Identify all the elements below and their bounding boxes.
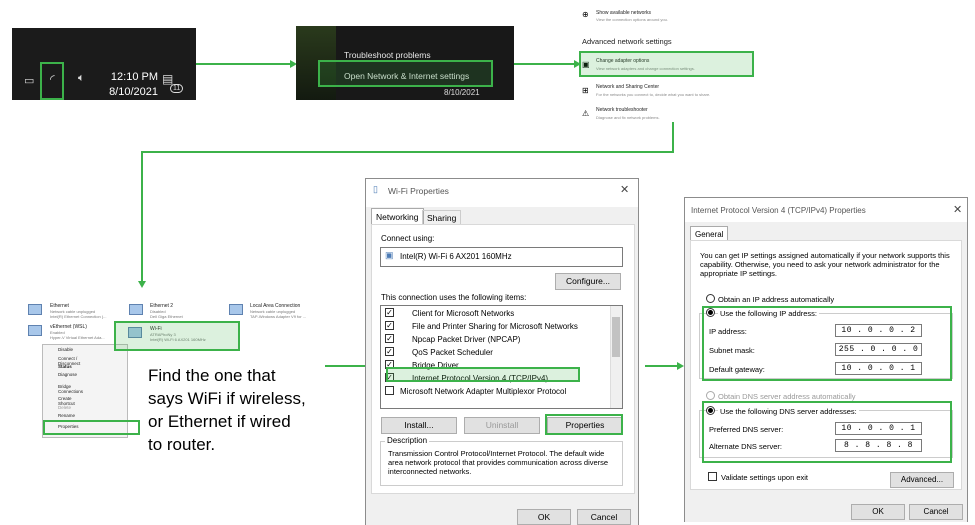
connect-using-label: Connect using:	[381, 234, 435, 243]
arrow-line	[196, 63, 290, 65]
adapter-name: Intel(R) Wi-Fi 6 AX201 160MHz	[400, 252, 512, 261]
menu-diagnose[interactable]: Diagnose	[58, 372, 77, 377]
properties-highlight	[43, 420, 140, 435]
ip-settings-highlight	[702, 306, 952, 381]
troubleshooter-link[interactable]: Network troubleshooter	[596, 107, 648, 113]
show-networks-link[interactable]: Show available networks	[596, 10, 651, 16]
menu-disable[interactable]: Disable	[58, 347, 73, 352]
auto-ip-radio[interactable]	[706, 294, 715, 303]
clock-date[interactable]: 8/10/2021	[96, 86, 158, 98]
list-item[interactable]: Microsoft Network Adapter Multiplexor Pr…	[400, 387, 566, 396]
globe-icon: ⊕	[582, 10, 589, 19]
auto-dns-radio[interactable]	[706, 391, 715, 400]
auto-ip-label[interactable]: Obtain an IP address automatically	[718, 295, 834, 304]
ok-button[interactable]: OK	[517, 509, 571, 525]
instruction-text: Find the one that says WiFi if wireless,…	[148, 364, 328, 456]
dns-settings-highlight	[702, 401, 952, 463]
dialog-title: Internet Protocol Version 4 (TCP/IPv4) P…	[691, 206, 866, 215]
tab-sharing[interactable]: Sharing	[422, 210, 462, 225]
open-settings-highlight	[318, 60, 493, 87]
wifi-highlight	[40, 62, 64, 100]
scrollbar-thumb[interactable]	[612, 317, 620, 357]
arrow-line	[672, 122, 674, 153]
adapter-local-area-device: TAP-Windows Adapter V9 for ...	[250, 314, 307, 319]
show-networks-sub: View the connection options around you.	[596, 17, 668, 22]
volume-icon[interactable]: 🔈︎	[78, 72, 85, 85]
install-button[interactable]: Install...	[381, 417, 457, 434]
configure-button[interactable]: Configure...	[555, 273, 621, 290]
sharing-icon: ⊞	[582, 86, 589, 95]
sharing-center-sub: For the networks you connect to, decide …	[596, 92, 711, 97]
change-adapter-highlight	[579, 51, 754, 77]
lan-adapter-icon	[229, 304, 243, 315]
adapter-ethernet-2-device: Dell Giga Ethernet	[150, 314, 183, 319]
network-icon: ▯	[373, 184, 378, 194]
section-title: Advanced network settings	[582, 37, 672, 46]
arrow-line	[645, 365, 677, 367]
adapter-vethernet-device: Hyper-V Virtual Ethernet Ada...	[50, 335, 105, 340]
tray-date: 8/10/2021	[444, 88, 480, 97]
adapter-icon: ▣	[385, 250, 394, 260]
list-item[interactable]: QoS Packet Scheduler	[412, 348, 493, 357]
troubleshoot-menu-item[interactable]: Troubleshoot problems	[344, 50, 431, 60]
ipv4-highlight	[386, 367, 580, 382]
dialog-title: Wi-Fi Properties	[388, 186, 449, 196]
menu-bridge[interactable]: Bridge Connections	[58, 384, 83, 394]
list-item[interactable]: File and Printer Sharing for Microsoft N…	[412, 322, 578, 331]
items-label: This connection uses the following items…	[381, 293, 527, 302]
arrow-head	[677, 362, 684, 370]
ethernet2-adapter-icon	[129, 304, 143, 315]
properties-button-highlight	[545, 414, 623, 435]
close-icon[interactable]: ✕	[953, 203, 962, 216]
cancel-button[interactable]: Cancel	[577, 509, 631, 525]
auto-dns-label[interactable]: Obtain DNS server address automatically	[718, 392, 856, 401]
instruction-line: to router.	[148, 435, 216, 454]
notification-badge: 11	[170, 84, 184, 93]
ok-button[interactable]: OK	[851, 504, 905, 520]
item-checkbox[interactable]: ✓	[385, 334, 394, 343]
description-label: Description	[385, 436, 430, 445]
menu-rename[interactable]: Rename	[58, 413, 75, 418]
validate-checkbox[interactable]	[708, 472, 717, 481]
validate-label[interactable]: Validate settings upon exit	[721, 473, 808, 482]
clock-time[interactable]: 12:10 PM	[102, 71, 158, 83]
menu-status[interactable]: Status	[58, 364, 72, 369]
arrow-line	[325, 365, 365, 367]
description-text: Transmission Control Protocol/Internet P…	[388, 449, 609, 476]
instruction-line: or Ethernet if wired	[148, 412, 291, 431]
warning-icon: ⚠	[582, 109, 590, 118]
list-item[interactable]: Npcap Packet Driver (NPCAP)	[412, 335, 520, 344]
wsl-adapter-icon	[28, 325, 42, 336]
item-checkbox[interactable]: ✓	[385, 347, 394, 356]
troubleshooter-sub: Diagnose and fix network problems.	[596, 115, 660, 120]
item-checkbox[interactable]: ✓	[385, 308, 394, 317]
close-icon[interactable]: ✕	[620, 183, 629, 196]
arrow-line	[141, 151, 674, 153]
battery-icon[interactable]: ▭	[24, 74, 34, 87]
sharing-center-link[interactable]: Network and Sharing Center	[596, 84, 659, 90]
list-item[interactable]: Client for Microsoft Networks	[412, 309, 514, 318]
menu-delete[interactable]: Delete	[58, 405, 71, 410]
advanced-button[interactable]: Advanced...	[890, 472, 954, 488]
ethernet-adapter-icon	[28, 304, 42, 315]
arrow-line	[514, 63, 574, 65]
item-checkbox[interactable]	[385, 386, 394, 395]
wifi-adapter-highlight	[114, 321, 240, 351]
wifi-properties-dialog: ▯ Wi-Fi Properties ✕ Networking Sharing …	[365, 178, 639, 525]
arrow-head	[138, 281, 146, 288]
instruction-line: Find the one that	[148, 366, 276, 385]
arrow-line	[141, 151, 143, 281]
adapter-ethernet-device: Intel(R) Ethernet Connection (...	[50, 314, 107, 319]
cancel-button[interactable]: Cancel	[909, 504, 963, 520]
intro-text: You can get IP settings assigned automat…	[700, 251, 950, 278]
item-checkbox[interactable]: ✓	[385, 321, 394, 330]
instruction-line: says WiFi if wireless,	[148, 389, 306, 408]
uninstall-button[interactable]: Uninstall	[464, 417, 540, 434]
